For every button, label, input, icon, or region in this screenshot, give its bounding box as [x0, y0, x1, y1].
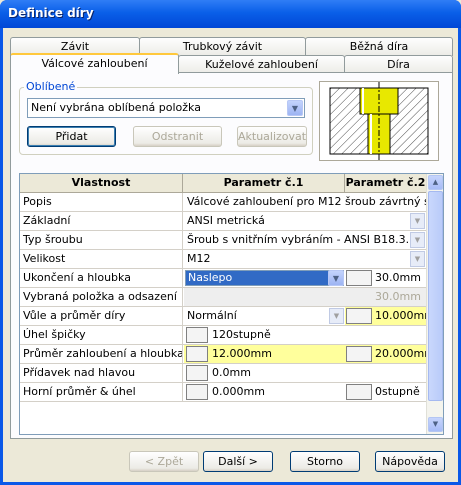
screw-type-value[interactable]: Šroub s vnitřním vybráním - ANSI B18.3.1… — [184, 231, 426, 249]
update-favorite-button[interactable]: Aktualizovat — [237, 126, 307, 147]
prop-label: Základní — [20, 212, 183, 230]
cbore-diameter-icon — [186, 346, 208, 362]
tab-label: Kuželové zahloubení — [205, 58, 318, 71]
scroll-down-icon[interactable]: ▼ — [428, 417, 443, 432]
table-row[interactable]: Typ šroubu Šroub s vnitřním vybráním - A… — [20, 231, 426, 250]
prop-label: Průměr zahloubení a hloubka — [20, 345, 183, 363]
header-vlastnost[interactable]: Vlastnost — [20, 174, 183, 193]
top-diameter-cell[interactable]: 0.000mm — [184, 383, 345, 401]
hole-definition-window: Definice díry Závit Trubkový závit Běžná… — [0, 0, 461, 485]
head-clearance-value: 0.0mm — [212, 366, 251, 379]
top-diameter-value: 0.000mm — [212, 385, 265, 398]
tip-angle-icon — [186, 327, 208, 343]
prop-label: Ukončení a hloubka — [20, 269, 183, 287]
standard-text: ANSI metrická — [187, 214, 265, 227]
chevron-down-icon[interactable]: ▼ — [410, 213, 425, 229]
table-row[interactable]: Popis Válcové zahloubení pro M12 šroub z… — [20, 193, 426, 212]
table-row[interactable]: Úhel špičky 120stupně — [20, 326, 426, 345]
selected-item-value — [184, 288, 345, 306]
depth-cell[interactable]: 30.0mm — [345, 269, 426, 287]
favorites-selected: Není vybrána oblíbená položka — [31, 101, 201, 114]
add-favorite-button[interactable]: Přidat — [27, 126, 116, 147]
table-row[interactable]: Průměr zahloubení a hloubka 12.000mm 20.… — [20, 345, 426, 364]
size-text: M12 — [187, 252, 211, 265]
head-clearance-icon — [186, 365, 208, 381]
depth-value: 30.0mm — [375, 271, 421, 284]
prop-label: Úhel špičky — [20, 326, 183, 344]
dialog-body: Závit Trubkový závit Běžná díra Válcové … — [3, 28, 458, 482]
fit-text: Normální — [187, 309, 237, 322]
chevron-down-icon[interactable]: ▼ — [329, 308, 344, 324]
chevron-down-icon[interactable]: ▼ — [410, 251, 425, 267]
cbore-depth-cell[interactable]: 20.000mm — [345, 345, 426, 363]
tab-bezna-dira[interactable]: Běžná díra — [305, 37, 453, 56]
favorites-group: Oblíbené Není vybrána oblíbená položka ▼… — [19, 80, 313, 155]
favorites-label: Oblíbené — [24, 80, 78, 93]
cbore-diameter-value: 12.000mm — [212, 347, 272, 360]
tab-label: Závit — [60, 40, 90, 53]
remove-favorite-button[interactable]: Odstranit — [133, 126, 222, 147]
prop-label: Přídavek nad hlavou — [20, 364, 183, 382]
hole-diameter-cell[interactable]: 10.000mm — [345, 307, 426, 325]
end-condition-selected: Naslepo — [185, 270, 344, 286]
prop-label: Typ šroubu — [20, 231, 183, 249]
table-row[interactable]: Vybraná položka a odsazení 30.0mm — [20, 288, 426, 307]
chevron-down-icon[interactable]: ▼ — [410, 232, 425, 248]
table-row[interactable]: Vůle a průměr díry Normální ▼ 10.000mm — [20, 307, 426, 326]
top-angle-cell[interactable]: 0stupně — [345, 383, 426, 401]
next-button[interactable]: Další > — [203, 451, 273, 472]
favorites-dropdown[interactable]: Není vybrána oblíbená položka ▼ — [27, 98, 305, 118]
prop-label: Popis — [20, 193, 183, 211]
prop-label: Vůle a průměr díry — [20, 307, 183, 325]
table-row[interactable]: Velikost M12 ▼ — [20, 250, 426, 269]
hole-diameter-value: 10.000mm — [375, 309, 426, 322]
tab-label: Válcové zahloubení — [41, 57, 148, 70]
cbore-depth-icon — [346, 346, 372, 362]
back-button[interactable]: < Zpět — [129, 451, 199, 472]
end-condition-dropdown[interactable]: Naslepo ▼ — [184, 269, 345, 287]
prop-label: Horní průměr & úhel — [20, 383, 183, 401]
standard-value[interactable]: ANSI metrická ▼ — [184, 212, 426, 230]
scroll-up-icon[interactable]: ▲ — [428, 175, 443, 190]
prop-label: Velikost — [20, 250, 183, 268]
help-button[interactable]: Nápověda — [375, 451, 445, 472]
table-row[interactable]: Základní ANSI metrická ▼ — [20, 212, 426, 231]
tab-label: Díra — [387, 58, 410, 71]
offset-value: 30.0mm — [345, 288, 426, 306]
tab-valcove-zahloubeni[interactable]: Válcové zahloubení — [10, 53, 179, 74]
counterbore-diagram-icon — [329, 82, 429, 160]
tab-label: Běžná díra — [349, 40, 409, 53]
table-row[interactable]: Horní průměr & úhel 0.000mm 0stupně — [20, 383, 426, 402]
top-angle-value: 0stupně — [375, 385, 420, 398]
table-row[interactable]: Přídavek nad hlavou 0.0mm — [20, 364, 426, 383]
header-parametr-1[interactable]: Parametr č.1 — [183, 174, 345, 193]
tab-label: Trubkový závit — [182, 40, 263, 53]
chevron-down-icon[interactable]: ▼ — [328, 270, 344, 286]
head-clearance-cell[interactable]: 0.0mm — [184, 364, 426, 382]
table-row[interactable]: Ukončení a hloubka Naslepo ▼ 30.0mm — [20, 269, 426, 288]
depth-icon — [346, 270, 372, 286]
size-value[interactable]: M12 ▼ — [184, 250, 426, 268]
hole-preview-image — [319, 81, 439, 161]
fit-value[interactable]: Normální ▼ — [184, 307, 345, 325]
vertical-scrollbar[interactable]: ▲ ▼ — [426, 174, 443, 434]
scroll-thumb[interactable] — [428, 191, 443, 401]
header-parametr-2[interactable]: Parametr č.2 — [345, 174, 427, 193]
top-diameter-icon — [186, 384, 208, 400]
property-grid: Vlastnost Parametr č.1 Parametr č.2 Popi… — [19, 173, 444, 435]
chevron-down-icon[interactable]: ▼ — [287, 100, 303, 116]
cbore-depth-value: 20.000mm — [375, 347, 426, 360]
tab-panel: Oblíbené Není vybrána oblíbená položka ▼… — [10, 72, 453, 439]
prop-label: Vybraná položka a odsazení — [20, 288, 183, 306]
screw-type-text: Šroub s vnitřním vybráním - ANSI B18.3.1… — [187, 233, 426, 246]
description-value[interactable]: Válcové zahloubení pro M12 šroub závrtný… — [184, 193, 426, 211]
top-angle-icon — [346, 384, 372, 400]
tip-angle-cell[interactable]: 120stupně — [184, 326, 426, 344]
title-bar[interactable]: Definice díry — [0, 0, 461, 28]
hole-diameter-icon — [346, 308, 372, 324]
cancel-button[interactable]: Storno — [290, 451, 360, 472]
window-title: Definice díry — [8, 6, 94, 20]
cbore-diameter-cell[interactable]: 12.000mm — [184, 345, 345, 363]
tip-angle-value: 120stupně — [212, 328, 271, 341]
